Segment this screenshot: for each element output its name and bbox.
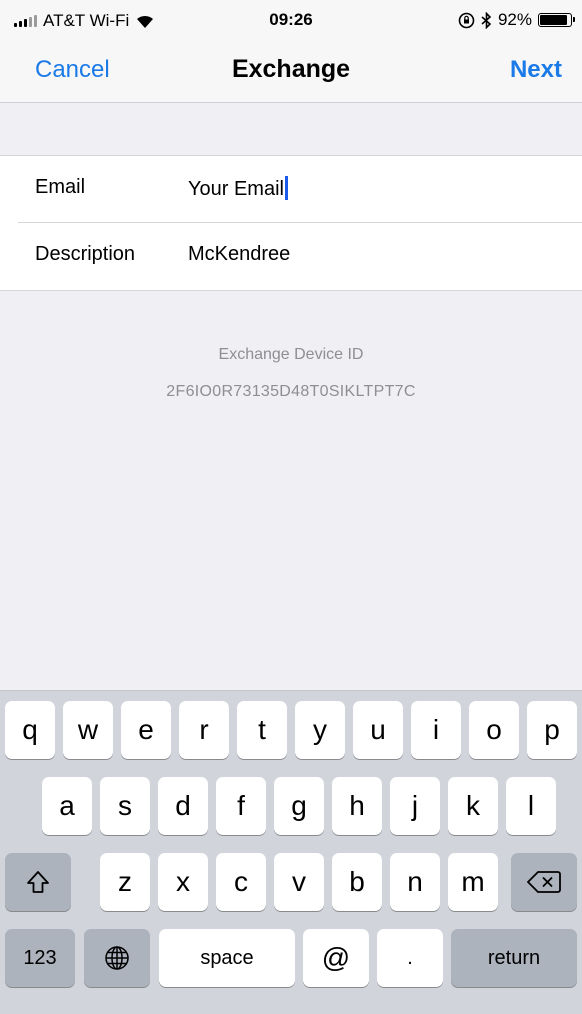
key-v[interactable]: v	[274, 853, 324, 911]
key-p[interactable]: p	[527, 701, 577, 759]
shift-icon	[27, 871, 49, 893]
key-r[interactable]: r	[179, 701, 229, 759]
key-e[interactable]: e	[121, 701, 171, 759]
description-field[interactable]: McKendree	[188, 243, 290, 266]
keyboard: q w e r t y u i o p a s d f g h j k l z …	[0, 690, 582, 1014]
key-u[interactable]: u	[353, 701, 403, 759]
status-bar: AT&T Wi-Fi 09:26 92%	[0, 0, 582, 40]
description-label: Description	[35, 243, 136, 265]
period-key[interactable]: .	[377, 929, 443, 987]
key-o[interactable]: o	[469, 701, 519, 759]
key-y[interactable]: y	[295, 701, 345, 759]
key-d[interactable]: d	[158, 777, 208, 835]
navigation-bar: Cancel Exchange Next	[0, 40, 582, 103]
description-row[interactable]: Description McKendree	[0, 223, 582, 289]
email-field[interactable]: Your Email	[188, 176, 288, 201]
delete-key[interactable]	[511, 853, 577, 911]
key-h[interactable]: h	[332, 777, 382, 835]
text-cursor	[284, 176, 288, 200]
globe-icon	[105, 946, 129, 970]
key-n[interactable]: n	[390, 853, 440, 911]
backspace-icon	[527, 871, 561, 893]
key-q[interactable]: q	[5, 701, 55, 759]
bluetooth-icon	[481, 11, 492, 29]
email-label: Email	[35, 176, 86, 198]
key-s[interactable]: s	[100, 777, 150, 835]
at-key[interactable]: @	[303, 929, 369, 987]
space-key[interactable]: space	[159, 929, 295, 987]
key-i[interactable]: i	[411, 701, 461, 759]
account-form: Email Your Email Description McKendree	[0, 155, 582, 291]
key-k[interactable]: k	[448, 777, 498, 835]
battery-percent: 92%	[497, 10, 532, 29]
globe-key[interactable]	[84, 929, 150, 987]
next-button[interactable]: Next	[510, 56, 562, 84]
key-j[interactable]: j	[390, 777, 440, 835]
page-title: Exchange	[231, 55, 351, 83]
email-value: Your Email	[188, 178, 284, 200]
device-id-label: Exchange Device ID	[218, 346, 364, 363]
return-key[interactable]: return	[451, 929, 577, 987]
shift-key[interactable]	[5, 853, 71, 911]
status-right: 92%	[458, 10, 575, 30]
key-x[interactable]: x	[158, 853, 208, 911]
email-row[interactable]: Email Your Email	[0, 156, 582, 222]
device-id-value: 2F6IO0R73135D48T0SIKLTPT7C	[166, 383, 416, 400]
key-m[interactable]: m	[448, 853, 498, 911]
key-l[interactable]: l	[506, 777, 556, 835]
key-g[interactable]: g	[274, 777, 324, 835]
orientation-lock-icon	[458, 12, 475, 28]
numbers-key[interactable]: 123	[5, 929, 75, 987]
key-c[interactable]: c	[216, 853, 266, 911]
key-w[interactable]: w	[63, 701, 113, 759]
key-f[interactable]: f	[216, 777, 266, 835]
key-a[interactable]: a	[42, 777, 92, 835]
key-b[interactable]: b	[332, 853, 382, 911]
battery-icon	[538, 13, 575, 27]
key-z[interactable]: z	[100, 853, 150, 911]
key-t[interactable]: t	[237, 701, 287, 759]
